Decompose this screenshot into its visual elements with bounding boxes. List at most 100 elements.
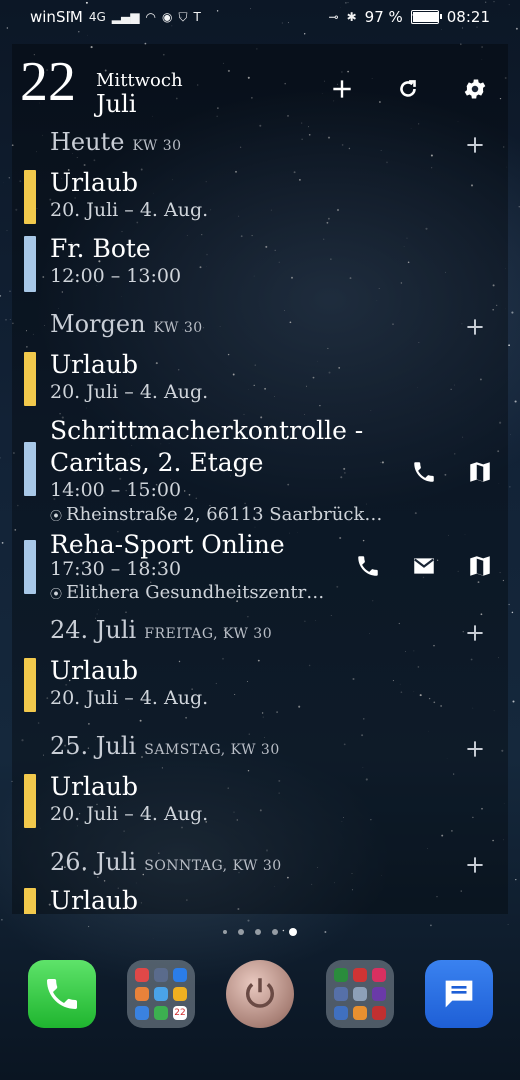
network-type-label: 4G [88, 10, 106, 24]
event-color-bar [24, 236, 36, 292]
event-time: 12:00 – 13:00 [50, 265, 182, 287]
calendar-widget: 22 Mittwoch Juli Heute KW 30 Urlaub 20. J… [12, 44, 508, 914]
event-title-line2: Caritas, 2. Etage [50, 448, 264, 477]
event-item[interactable]: Urlaub 20. Juli – 4. Aug. [12, 772, 508, 832]
day-sublabel: KW 30 [153, 320, 203, 336]
app-folder[interactable] [326, 960, 394, 1028]
add-icon[interactable] [462, 314, 488, 340]
event-title: Urlaub [50, 350, 139, 379]
page-dot[interactable] [272, 929, 278, 935]
gear-icon [464, 79, 486, 99]
message-icon [445, 980, 473, 1008]
event-title: Urlaub [50, 168, 139, 197]
event-time: 20. Juli – 4. Aug. [50, 199, 209, 221]
app-folder[interactable]: 22 [127, 960, 195, 1028]
clock: 08:21 [446, 8, 490, 26]
phone-icon [358, 556, 378, 576]
event-color-bar [24, 658, 36, 712]
event-title: Fr. Bote [50, 234, 151, 263]
event-location-text: Elithera Gesundheitszentr… [66, 582, 325, 603]
day-sublabel: KW 30 [132, 138, 182, 154]
event-item[interactable]: Urlaub 20. Juli – 4. Aug. [12, 350, 508, 410]
event-location: ⦿ Rheinstraße 2, 66113 Saarbrück… [50, 504, 382, 525]
app-mini-icon [372, 1006, 386, 1020]
signal-icon: ▂▄▆ [111, 10, 140, 24]
add-icon[interactable] [462, 852, 488, 878]
add-icon[interactable] [462, 736, 488, 762]
day-header: 25. Juli SAMSTAG, KW 30 [12, 732, 508, 768]
phone-app-icon[interactable] [28, 960, 96, 1028]
carrier-label: winSIM [30, 8, 83, 26]
event-title: Urlaub [50, 772, 139, 801]
event-time: 20. Juli – 4. Aug. [50, 687, 209, 709]
app-mini-icon [334, 987, 348, 1001]
page-dot[interactable] [238, 929, 244, 935]
event-color-bar [24, 888, 36, 914]
app-mini-icon [154, 1006, 168, 1020]
mail-icon [414, 558, 434, 574]
add-icon[interactable] [462, 620, 488, 646]
date-day-number[interactable]: 22 [20, 54, 76, 110]
event-title-line1: Schrittmacherkontrolle - [50, 416, 364, 445]
event-color-bar [24, 540, 36, 594]
app-mini-icon [372, 968, 386, 982]
call-button[interactable] [404, 452, 444, 492]
event-time: 20. Juli – 4. Aug. [50, 381, 209, 403]
event-item[interactable]: Urlaub [12, 886, 508, 914]
day-sublabel: SONNTAG, KW 30 [144, 858, 282, 874]
day-header: 24. Juli FREITAG, KW 30 [12, 616, 508, 652]
bluetooth-icon: ✱ [346, 10, 357, 24]
page-indicator [0, 928, 520, 936]
notification-icon: ◉ [161, 10, 173, 24]
event-time: 17:30 – 18:30 [50, 558, 182, 580]
event-item[interactable]: Urlaub 20. Juli – 4. Aug. [12, 656, 508, 716]
app-dock: 22 [0, 960, 520, 1030]
refresh-button[interactable] [391, 72, 425, 106]
event-color-bar [24, 442, 36, 496]
app-mini-icon [154, 987, 168, 1001]
day-sublabel: FREITAG, KW 30 [144, 626, 273, 642]
call-button[interactable] [348, 546, 388, 586]
app-mini-icon [135, 1006, 149, 1020]
app-mini-icon [334, 1006, 348, 1020]
email-button[interactable] [404, 546, 444, 586]
day-label: Heute [50, 128, 125, 156]
app-mini-icon [135, 968, 149, 982]
shield-icon: ⛉ [178, 9, 188, 24]
map-button[interactable] [460, 546, 500, 586]
app-notification-icon: T [193, 10, 201, 24]
event-time: 14:00 – 15:00 [50, 479, 182, 501]
power-app-icon[interactable] [226, 960, 294, 1028]
app-mini-icon [353, 1006, 367, 1020]
add-icon [333, 80, 351, 98]
event-title: Urlaub [50, 886, 139, 914]
event-item[interactable]: Reha-Sport Online 17:30 – 18:30 ⦿ Elither… [12, 530, 508, 610]
location-pin-icon: ⦿ [50, 509, 63, 523]
app-mini-icon [372, 987, 386, 1001]
messages-app-icon[interactable] [425, 960, 493, 1028]
day-header-today: Heute KW 30 [12, 128, 508, 164]
add-icon[interactable] [462, 132, 488, 158]
app-mini-icon [334, 968, 348, 982]
add-event-button[interactable] [325, 72, 359, 106]
date-weekday: Mittwoch [96, 70, 183, 91]
event-item[interactable]: Urlaub 20. Juli – 4. Aug. [12, 168, 508, 228]
app-mini-icon [353, 968, 367, 982]
location-pin-icon: ⦿ [50, 587, 63, 601]
battery-icon [410, 10, 442, 24]
page-dot[interactable] [255, 929, 261, 935]
settings-button[interactable] [458, 72, 492, 106]
date-month: Juli [96, 90, 137, 118]
battery-percent: 97 % [364, 8, 403, 26]
app-mini-icon [353, 987, 367, 1001]
event-time: 20. Juli – 4. Aug. [50, 803, 209, 825]
event-title: Reha-Sport Online [50, 530, 285, 559]
key-icon: ⊸ [328, 10, 339, 24]
page-dot[interactable] [223, 930, 227, 934]
event-item[interactable]: Fr. Bote 12:00 – 13:00 [12, 234, 508, 294]
page-dot-active[interactable] [289, 928, 297, 936]
event-item[interactable]: Schrittmacherkontrolle - Caritas, 2. Eta… [12, 416, 508, 528]
event-color-bar [24, 170, 36, 224]
map-button[interactable] [460, 452, 500, 492]
day-label: 26. Juli [50, 848, 137, 876]
